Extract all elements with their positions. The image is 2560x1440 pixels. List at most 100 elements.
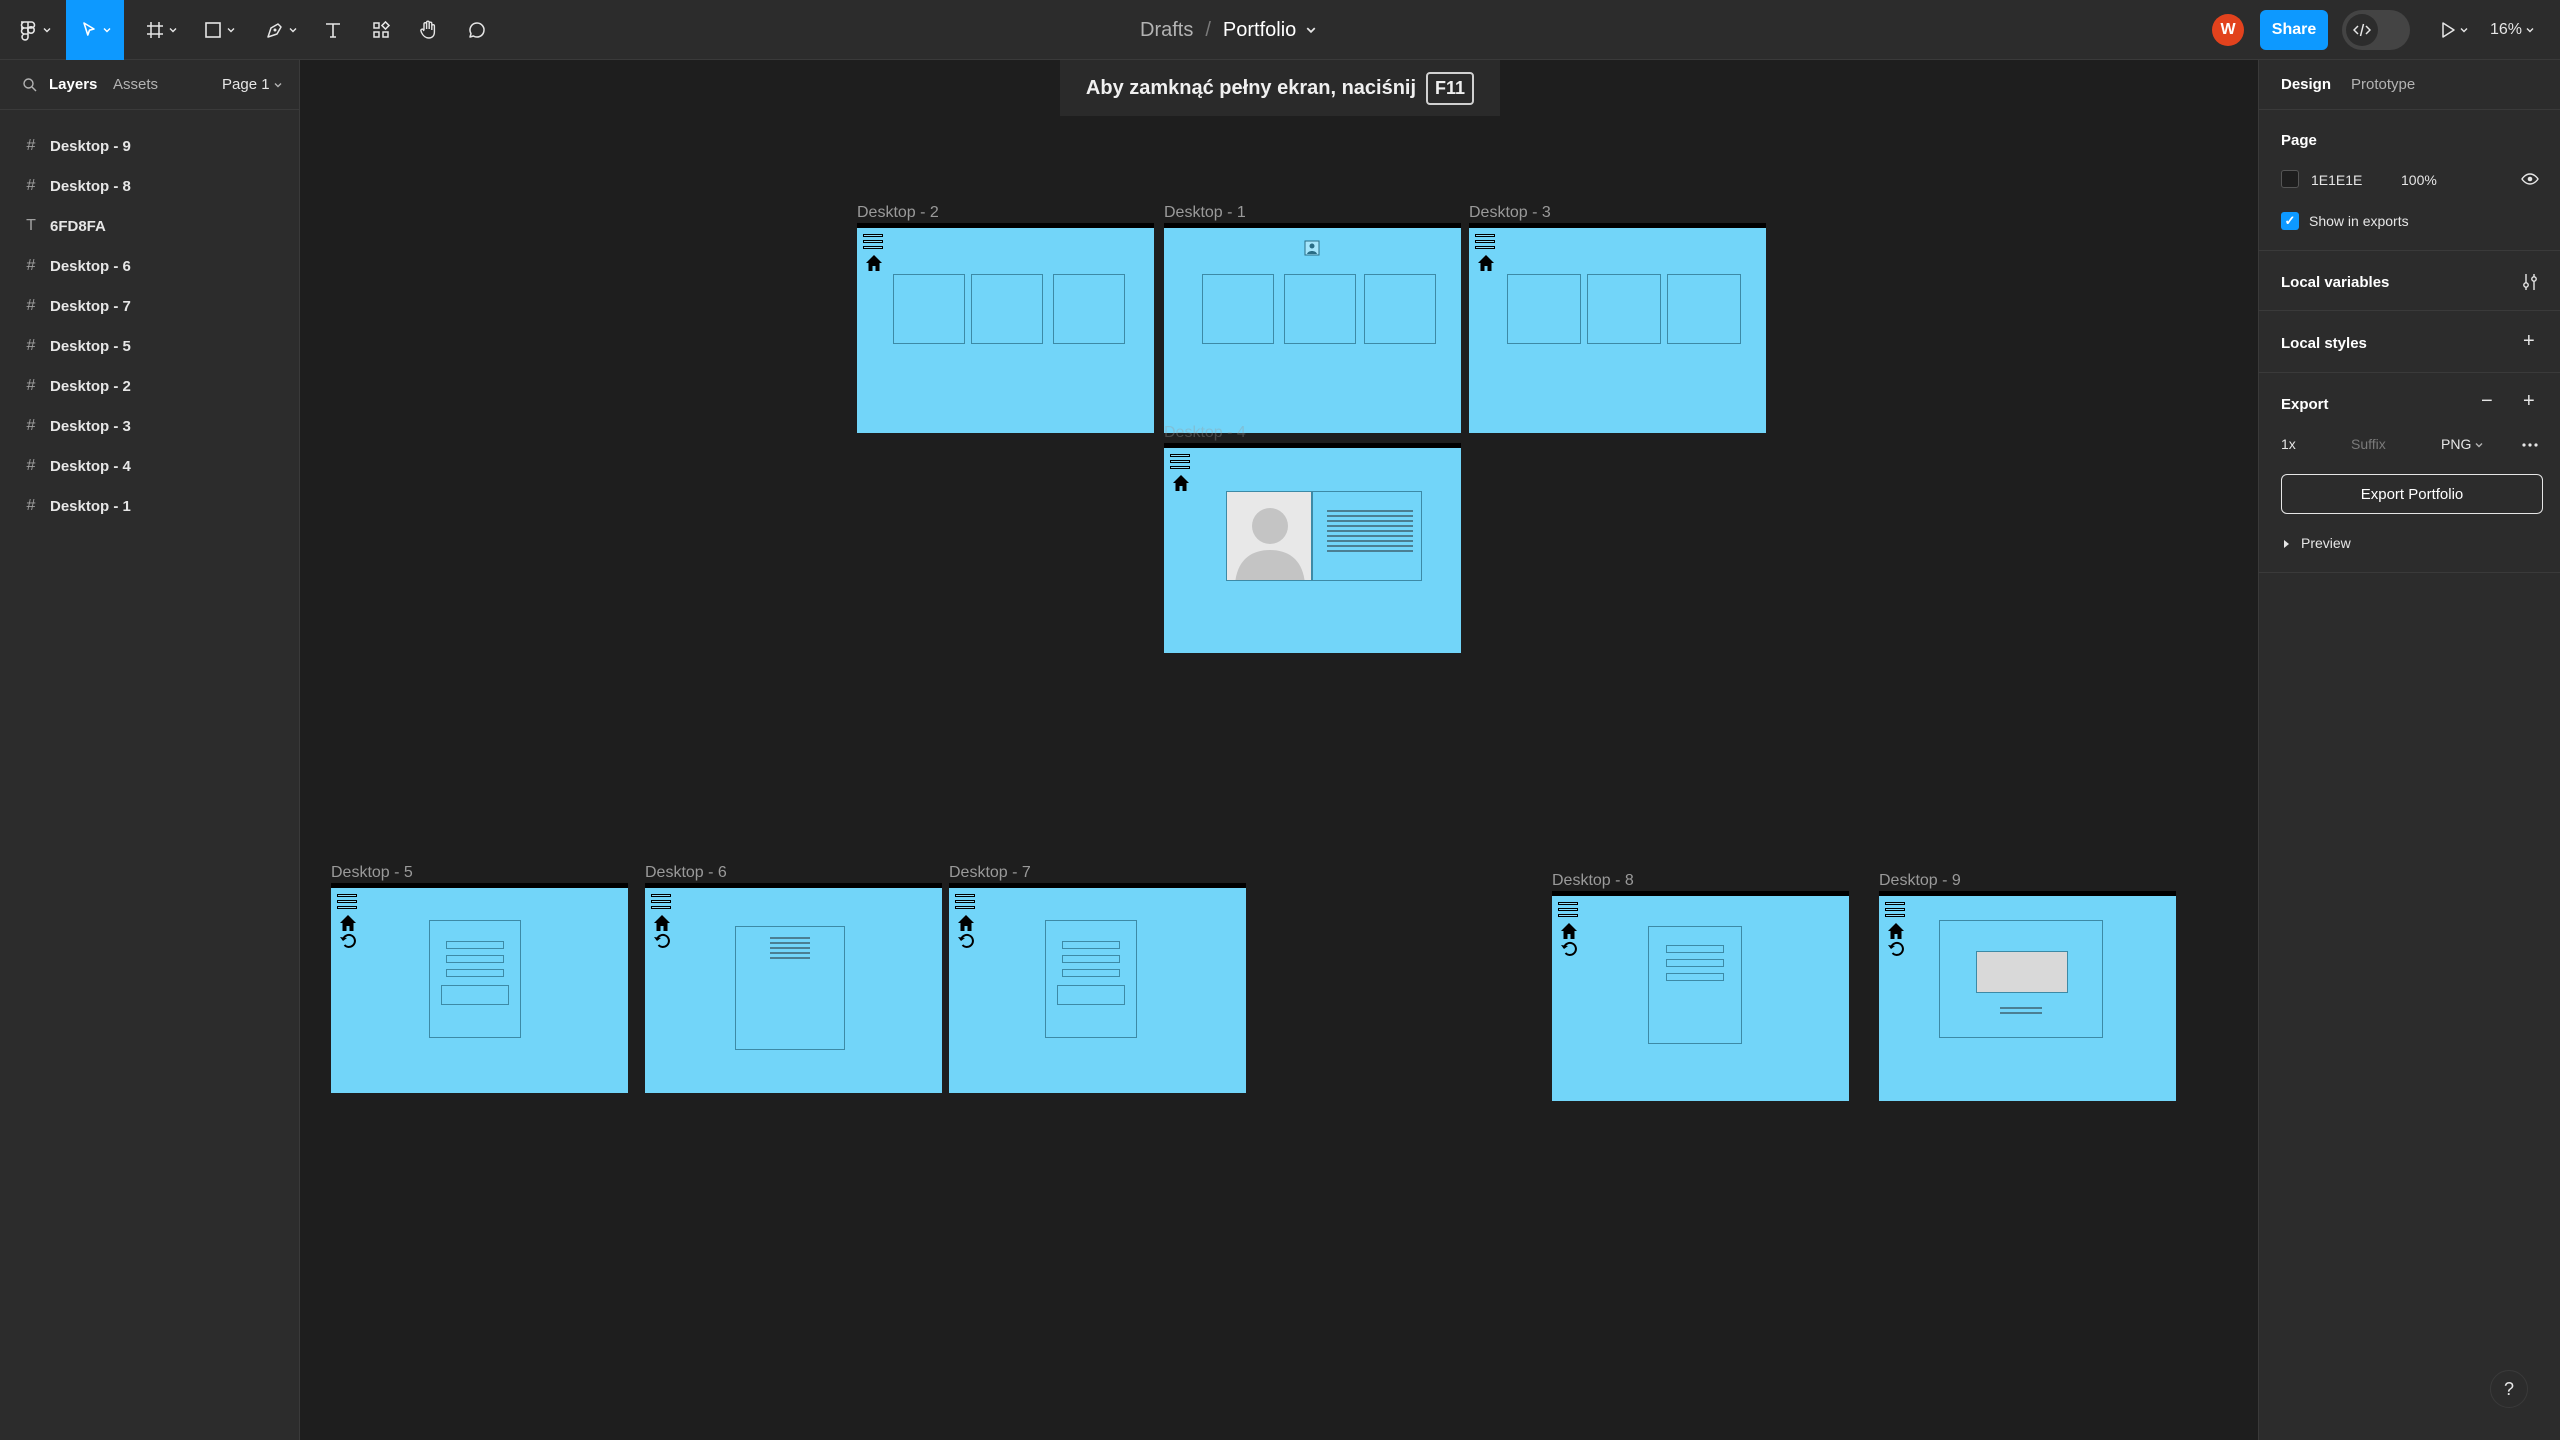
export-section-title: Export (2281, 396, 2329, 413)
frame-layer-icon: # (26, 137, 36, 154)
frame-label-desktop-2[interactable]: Desktop - 2 (857, 204, 939, 222)
page-section-title: Page (2281, 132, 2317, 149)
about-text-box (1312, 491, 1422, 581)
frame-desktop-2[interactable] (857, 223, 1154, 433)
tab-prototype[interactable]: Prototype (2351, 76, 2415, 93)
list-item (1665, 973, 1725, 981)
layer-item[interactable]: # Desktop - 4 (0, 446, 300, 486)
layers-panel: Layers Assets Page 1 # Desktop - 9 # Deskto… (0, 60, 300, 1440)
export-scale[interactable]: 1x (2281, 436, 2296, 452)
show-in-exports-label: Show in exports (2309, 213, 2409, 229)
local-variables-label[interactable]: Local variables (2281, 274, 2389, 291)
variables-icon[interactable] (2521, 272, 2539, 292)
layer-item[interactable]: # Desktop - 7 (0, 286, 300, 326)
page-opacity[interactable]: 100% (2401, 172, 2437, 188)
export-format: PNG (2441, 436, 2472, 452)
frame-desktop-9[interactable] (1879, 891, 2176, 1101)
frame-layer-icon: # (26, 377, 36, 394)
frame-layer-icon: # (26, 457, 36, 474)
frame-label-desktop-9[interactable]: Desktop - 9 (1879, 872, 1961, 890)
more-options-icon[interactable] (2521, 442, 2539, 448)
hand-tool-button[interactable] (412, 0, 446, 60)
local-styles-label: Local styles (2281, 335, 2367, 352)
frame-label-desktop-8[interactable]: Desktop - 8 (1552, 872, 1634, 890)
present-button[interactable] (2436, 0, 2472, 60)
tab-design[interactable]: Design (2281, 76, 2331, 93)
frame-label-desktop-7[interactable]: Desktop - 7 (949, 864, 1031, 882)
zoom-control[interactable]: 16% (2490, 0, 2534, 60)
tab-layers[interactable]: Layers (49, 76, 97, 93)
divider (2259, 372, 2560, 373)
frame-tool-button[interactable] (138, 0, 184, 60)
chevron-down-icon (2526, 28, 2534, 33)
layer-item[interactable]: # Desktop - 6 (0, 246, 300, 286)
card (1587, 274, 1661, 344)
breadcrumb-project[interactable]: Drafts (1140, 19, 1193, 42)
move-tool-button[interactable] (66, 0, 124, 60)
toolbar: Drafts / Portfolio W Share 16% (0, 0, 2560, 60)
export-suffix-input[interactable]: Suffix (2351, 436, 2386, 452)
layer-item[interactable]: # Desktop - 2 (0, 366, 300, 406)
add-export-icon[interactable]: + (2523, 390, 2535, 413)
frame-desktop-6[interactable] (645, 883, 942, 1093)
frame-desktop-4[interactable] (1164, 443, 1461, 653)
layer-item[interactable]: # Desktop - 1 (0, 486, 300, 526)
form-field (1062, 955, 1120, 963)
layer-name: 6FD8FA (50, 217, 106, 235)
list-item (1665, 959, 1725, 967)
main-menu-button[interactable] (12, 0, 56, 60)
frame-desktop-1[interactable] (1164, 223, 1461, 433)
help-button[interactable]: ? (2490, 1370, 2528, 1408)
resources-tool-button[interactable] (364, 0, 398, 60)
page-color-hex[interactable]: 1E1E1E (2311, 172, 2362, 188)
layer-item[interactable]: # Desktop - 5 (0, 326, 300, 366)
menu-icon (337, 894, 357, 912)
export-format-select[interactable]: PNG (2441, 436, 2483, 452)
layer-item[interactable]: # Desktop - 9 (0, 126, 300, 166)
page-selector[interactable]: Page 1 (222, 76, 282, 93)
form-textarea (440, 985, 510, 1005)
remove-export-icon[interactable]: − (2481, 390, 2493, 413)
preview-toggle[interactable]: Preview (2301, 535, 2351, 551)
frame-desktop-7[interactable] (949, 883, 1246, 1093)
caret-right-icon[interactable] (2283, 539, 2291, 549)
layer-name: Desktop - 3 (50, 417, 131, 435)
undo-icon (654, 933, 670, 948)
home-icon (958, 915, 974, 931)
home-icon (654, 915, 670, 931)
chevron-down-icon (169, 28, 177, 33)
avatar[interactable]: W (2212, 14, 2244, 46)
frame-label-desktop-4[interactable]: Desktop - 4 (1164, 424, 1246, 442)
frame-desktop-3[interactable] (1469, 223, 1766, 433)
dev-mode-toggle[interactable] (2342, 10, 2410, 50)
eye-icon[interactable] (2521, 172, 2539, 186)
frame-layer-icon: # (26, 257, 36, 274)
shape-tool-button[interactable] (196, 0, 242, 60)
layer-item[interactable]: # Desktop - 8 (0, 166, 300, 206)
frame-label-desktop-6[interactable]: Desktop - 6 (645, 864, 727, 882)
text-placeholder (770, 937, 810, 962)
file-name[interactable]: Portfolio (1223, 19, 1296, 42)
chevron-down-icon[interactable] (1306, 25, 1316, 35)
frame-desktop-5[interactable] (331, 883, 628, 1093)
layer-name: Desktop - 6 (50, 257, 131, 275)
tab-assets[interactable]: Assets (113, 76, 158, 93)
frame-label-desktop-1[interactable]: Desktop - 1 (1164, 204, 1246, 222)
card (1284, 274, 1356, 344)
page-color-swatch[interactable] (2281, 170, 2299, 188)
frame-desktop-8[interactable] (1552, 891, 1849, 1101)
pen-tool-button[interactable] (258, 0, 304, 60)
text-tool-button[interactable] (316, 0, 350, 60)
frame-label-desktop-3[interactable]: Desktop - 3 (1469, 204, 1551, 222)
add-style-icon[interactable]: + (2523, 330, 2535, 353)
show-in-exports-checkbox[interactable]: ✓ (2281, 212, 2299, 230)
layer-name: Desktop - 7 (50, 297, 131, 315)
share-button[interactable]: Share (2260, 10, 2328, 50)
comment-tool-button[interactable] (460, 0, 494, 60)
divider (2259, 250, 2560, 251)
layer-item[interactable]: T 6FD8FA (0, 206, 300, 246)
frame-label-desktop-5[interactable]: Desktop - 5 (331, 864, 413, 882)
export-button[interactable]: Export Portfolio (2281, 474, 2543, 514)
search-icon[interactable] (22, 77, 38, 93)
layer-item[interactable]: # Desktop - 3 (0, 406, 300, 446)
